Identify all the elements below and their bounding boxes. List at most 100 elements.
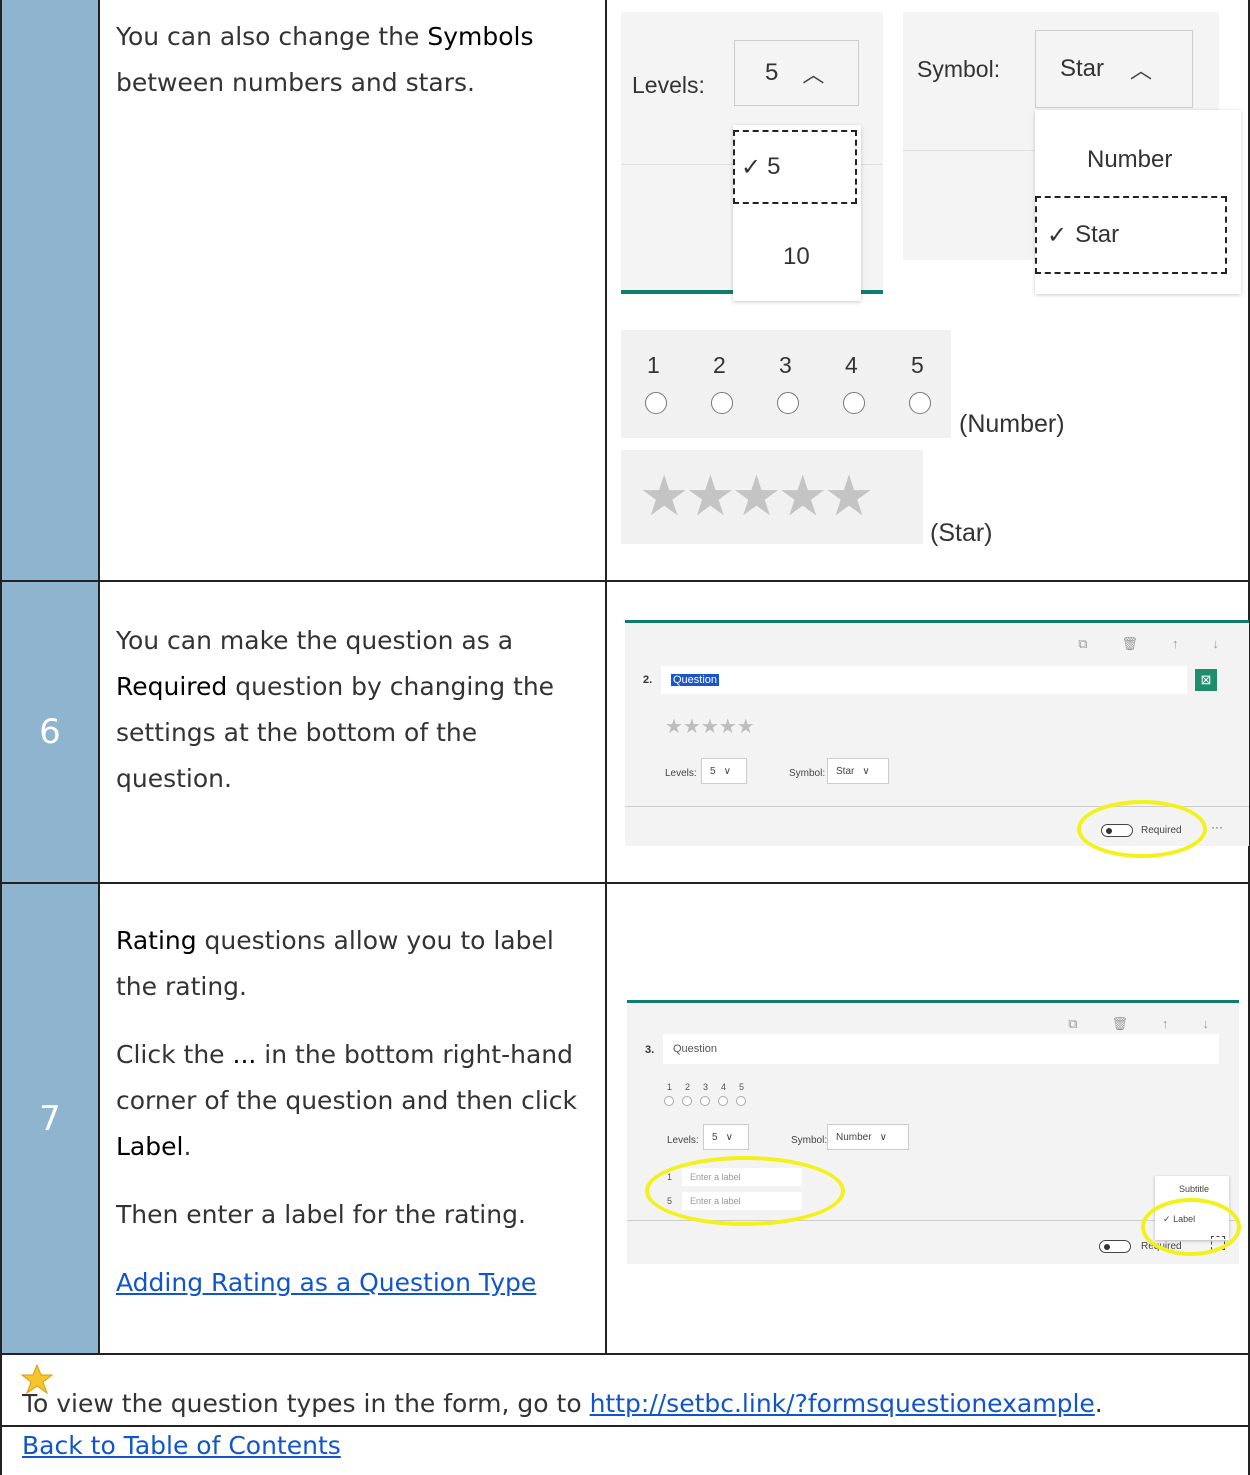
screenshot-area: Levels: 5 ︿ ✓ 5 10 Symbol: Star ︿ Number…	[607, 0, 1248, 580]
levels-value: 5	[712, 1131, 718, 1143]
highlight-ellipse	[645, 1156, 845, 1226]
question-card: ⧉ 🗑 ↑ ↓ 3. Question 1 2 3 4 5 Levels: 5 …	[627, 1000, 1241, 1264]
symbol-dropdown[interactable]: Number ∨	[827, 1124, 909, 1150]
levels-label: Levels:	[665, 768, 697, 779]
move-down-icon[interactable]: ↓	[1213, 636, 1220, 652]
step-instructions: You can also change the Symbols between …	[100, 0, 607, 580]
symbol-option-star[interactable]: ✓ Star	[1035, 196, 1227, 274]
text: Click the	[116, 1040, 233, 1069]
accent-bar	[627, 1000, 1239, 1003]
question-number: 3.	[645, 1044, 655, 1056]
step-row-symbols: You can also change the Symbols between …	[0, 0, 1250, 582]
delete-icon[interactable]: 🗑	[1121, 636, 1138, 652]
rating-radio[interactable]	[718, 1096, 728, 1106]
number-caption: (Number)	[959, 410, 1065, 438]
bold-text: ...	[232, 1040, 257, 1069]
check-icon: ✓	[741, 153, 762, 181]
symbol-value: Star	[1060, 55, 1105, 82]
move-up-icon[interactable]: ↑	[1172, 636, 1179, 652]
instruction-paragraph: Adding Rating as a Question Type	[116, 1260, 589, 1306]
question-input[interactable]: Question	[663, 1034, 1219, 1064]
delete-icon[interactable]: 🗑	[1111, 1016, 1128, 1032]
levels-dropdown[interactable]: 5 ∨	[701, 758, 747, 784]
more-options-icon[interactable]: ···	[1211, 820, 1223, 834]
screenshot-area: ⧉ 🗑 ↑ ↓ 2. Question ⊠ ★★★★★ Levels: 5 ∨ …	[607, 582, 1249, 882]
chevron-down-icon: ∨	[725, 1131, 733, 1143]
highlight-ellipse	[1077, 800, 1207, 858]
scale-number: 3	[779, 352, 792, 378]
check-icon: ✓	[1047, 221, 1068, 249]
instruction-paragraph: You can also change the Symbols between …	[116, 14, 589, 106]
symbol-option-number[interactable]: Number	[1087, 146, 1172, 174]
levels-label: Levels:	[632, 72, 705, 98]
copy-icon[interactable]: ⧉	[1068, 1016, 1077, 1032]
chevron-down-icon: ∨	[879, 1131, 887, 1143]
back-to-contents-link[interactable]: Back to Table of Contents	[22, 1431, 341, 1460]
menu-item-subtitle[interactable]: Subtitle	[1179, 1184, 1209, 1194]
star-caption: (Star)	[930, 519, 993, 547]
bold-text: Symbols	[427, 22, 534, 51]
move-up-icon[interactable]: ↑	[1162, 1016, 1169, 1032]
move-down-icon[interactable]: ↓	[1203, 1016, 1210, 1032]
levels-dropdown[interactable]: 5 ∨	[703, 1124, 749, 1150]
levels-panel: Levels: 5 ︿ ✓ 5 10	[621, 12, 883, 301]
chevron-down-icon: ∨	[723, 765, 731, 777]
scale-number: 5	[911, 352, 924, 378]
levels-menu: ✓ 5 10	[733, 125, 861, 301]
step-instructions: Rating questions allow you to label the …	[100, 884, 607, 1353]
document-page: You can also change the Symbols between …	[0, 0, 1250, 1475]
rating-radio[interactable]	[711, 392, 733, 414]
symbol-dropdown[interactable]: Star ︿	[1035, 30, 1193, 108]
scale-number: 1	[647, 352, 660, 378]
symbol-value: Number	[836, 1131, 872, 1143]
question-toolbar: ⧉ 🗑 ↑ ↓	[1068, 1016, 1209, 1032]
step-number: 7	[2, 884, 100, 1353]
symbol-dropdown[interactable]: Star ∨	[827, 758, 889, 784]
forms-example-link[interactable]: http://setbc.link/?formsquestionexample	[590, 1389, 1095, 1418]
rating-radio[interactable]	[777, 392, 799, 414]
required-toggle[interactable]	[1099, 1240, 1131, 1253]
rating-radio[interactable]	[736, 1096, 746, 1106]
text: You can also change the	[116, 22, 428, 51]
star-rating-preview: ★★★★★	[665, 714, 755, 738]
levels-value: 5	[710, 765, 716, 777]
rating-radio[interactable]	[682, 1096, 692, 1106]
levels-dropdown[interactable]: 5 ︿	[734, 40, 859, 106]
step-row-label: 7 Rating questions allow you to label th…	[0, 884, 1250, 1355]
accent-bar	[625, 620, 1249, 623]
levels-option-5[interactable]: ✓ 5	[733, 130, 857, 204]
step-number: 6	[2, 582, 100, 882]
option-label: Star	[1075, 221, 1120, 248]
rating-radio[interactable]	[645, 392, 667, 414]
symbol-label: Symbol:	[917, 56, 1001, 82]
scale-number: 1	[667, 1082, 673, 1092]
rating-radio[interactable]	[909, 392, 931, 414]
step-number	[2, 0, 100, 580]
question-input[interactable]: Question	[661, 666, 1187, 694]
copy-icon[interactable]: ⧉	[1078, 636, 1087, 652]
levels-option-10[interactable]: 10	[783, 243, 810, 271]
symbol-label: Symbol:	[789, 768, 826, 779]
rating-radio[interactable]	[664, 1096, 674, 1106]
insert-image-icon[interactable]: ⊠	[1195, 669, 1217, 691]
rating-radio[interactable]	[700, 1096, 710, 1106]
question-text: Question	[671, 674, 720, 686]
scale-number: 5	[739, 1082, 745, 1092]
text: .	[1094, 1389, 1103, 1418]
symbol-value: Star	[836, 765, 855, 777]
rating-help-link[interactable]: Adding Rating as a Question Type	[116, 1268, 536, 1297]
step-row-required: 6 You can make the question as a Require…	[0, 582, 1250, 884]
bold-text: Label	[116, 1132, 184, 1161]
instruction-paragraph: Click the ... in the bottom right-hand c…	[116, 1032, 589, 1170]
caret-up-icon: ︿	[802, 62, 825, 87]
scale-number: 2	[685, 1082, 691, 1092]
instruction-paragraph: Then enter a label for the rating.	[116, 1200, 526, 1229]
rating-radio[interactable]	[843, 392, 865, 414]
info-text: To view the question types in the form, …	[22, 1389, 1103, 1418]
instruction-paragraph: Rating questions allow you to label the …	[116, 918, 589, 1010]
star-rating-preview: ★★★★★	[621, 450, 923, 544]
number-rating-preview: 1 2 3 4 5	[621, 330, 951, 438]
scale-number: 4	[845, 352, 858, 378]
bold-text: Rating	[116, 926, 197, 955]
step-instructions: You can make the question as a Required …	[100, 582, 607, 882]
